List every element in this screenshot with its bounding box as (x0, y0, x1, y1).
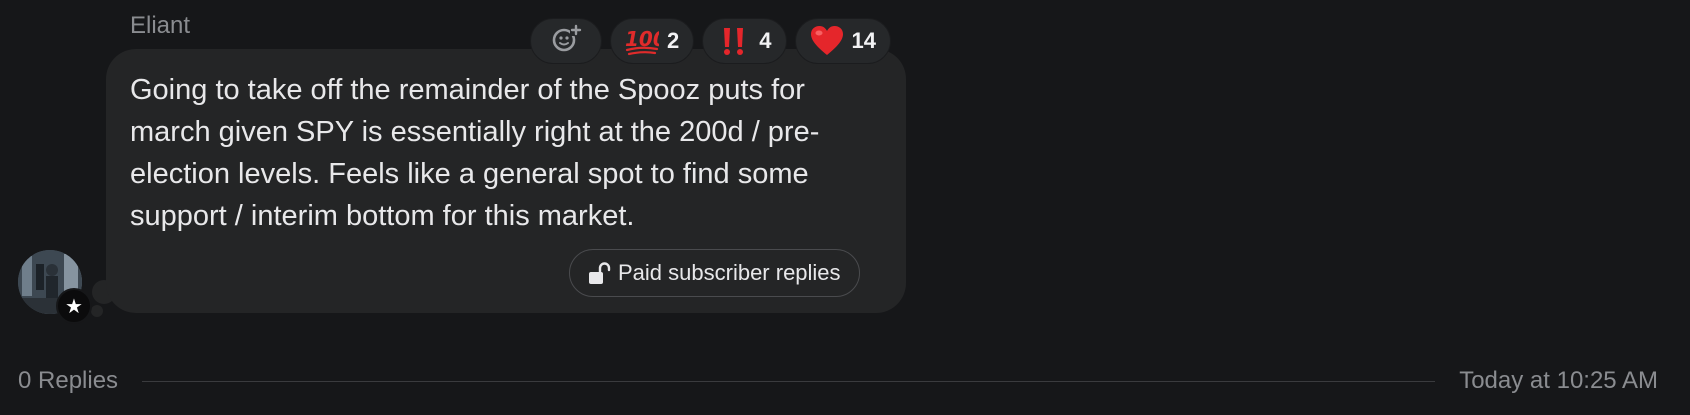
reaction-count: 4 (759, 28, 772, 53)
reaction-count: 14 (851, 28, 876, 53)
message-text: Going to take off the remainder of the S… (130, 74, 820, 232)
message-bubble[interactable]: Going to take off the remainder of the S… (106, 49, 906, 313)
reaction-heart[interactable]: 14 (794, 18, 891, 64)
add-reaction-icon (550, 22, 582, 60)
double-exclamation-icon (717, 24, 751, 58)
bubble-tail-small (91, 305, 103, 317)
reaction-count: 2 (667, 28, 680, 53)
add-reaction-button[interactable] (530, 18, 602, 64)
footer-divider (142, 380, 1436, 382)
author-name[interactable]: Eliant (130, 12, 190, 40)
paid-subscriber-replies-label: Paid subscriber replies (618, 260, 841, 285)
message-timestamp: Today at 10:25 AM (1459, 367, 1658, 394)
reaction-hundred[interactable]: 100 2 (610, 18, 695, 64)
reaction-double-exclamation[interactable]: 4 (702, 18, 787, 64)
replies-count[interactable]: 0 Replies (18, 367, 118, 395)
reaction-bar: 100 2 4 (530, 18, 891, 64)
star-badge-icon: ★ (56, 288, 92, 324)
message-thread: Eliant Going to take off the remainder o… (0, 0, 1690, 415)
red-heart-icon (810, 24, 844, 58)
unlock-icon (586, 259, 614, 287)
thread-footer: 0 Replies Today at 10:25 AM (18, 366, 1658, 396)
hundred-points-icon: 100 (625, 24, 659, 58)
paid-subscriber-replies-button[interactable]: Paid subscriber replies (569, 249, 860, 297)
